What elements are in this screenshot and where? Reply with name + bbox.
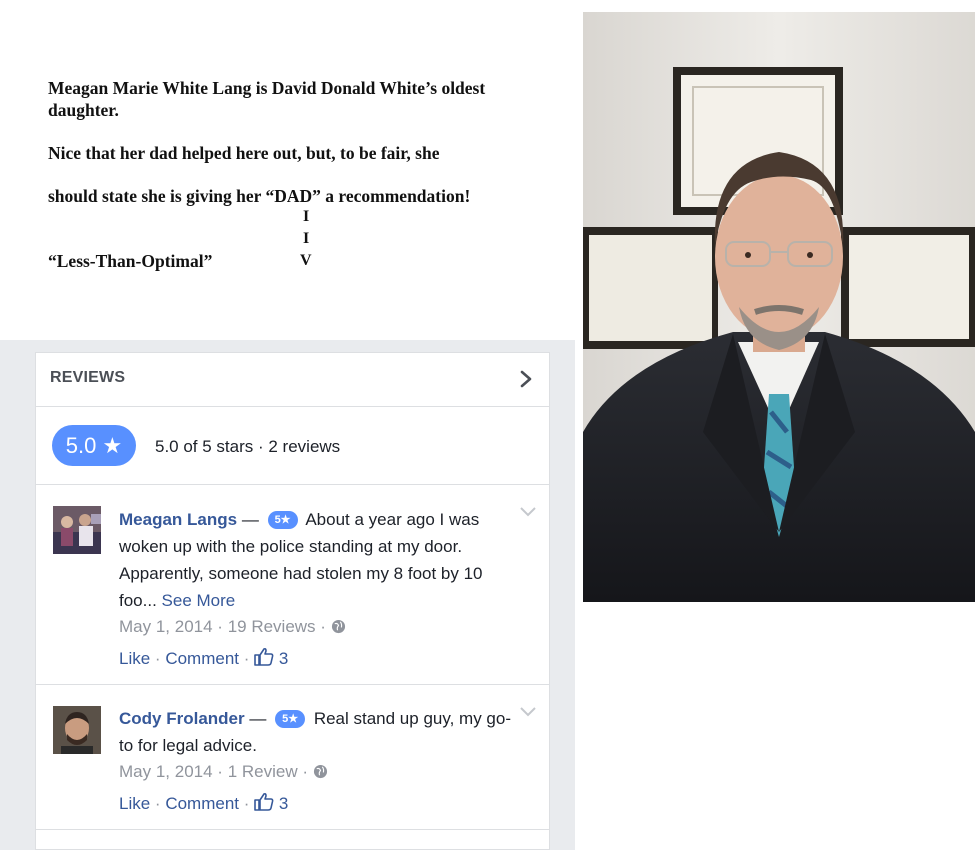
annotation-arrow-3: V [300, 252, 312, 269]
rating-summary-text: 5.0 of 5 stars · 2 reviews [155, 437, 341, 456]
globe-icon [331, 619, 345, 634]
review-count-link[interactable]: 1 Review [228, 762, 298, 781]
annotation-line-3: Nice that her dad helped here out, but, … [48, 143, 440, 163]
annotation-line-4: should state she is giving her “DAD” a r… [48, 186, 471, 206]
review-text-block: Cody Frolander — 5★ Real stand up guy, m… [119, 705, 519, 759]
name-dash: — [241, 510, 259, 529]
review-actions: Like · Comment · 3 [119, 792, 289, 813]
annotation-arrow-2: I [303, 230, 310, 247]
review-item: Cody Frolander — 5★ Real stand up guy, m… [35, 686, 550, 830]
rating-summary-row: 5.0 ★ 5.0 of 5 stars · 2 reviews [35, 408, 550, 485]
like-button[interactable]: Like [119, 649, 150, 668]
review-meta: May 1, 2014 · 1 Review · [119, 762, 328, 782]
annotation-line-2: daughter. [48, 100, 119, 120]
reviews-header[interactable]: REVIEWS [35, 352, 550, 407]
thumbs-up-icon [254, 647, 274, 666]
chevron-right-icon[interactable] [516, 369, 536, 389]
annotation-label: “Less-Than-Optimal” [48, 251, 213, 271]
comment-button[interactable]: Comment [165, 794, 239, 813]
like-button[interactable]: Like [119, 794, 150, 813]
like-count[interactable]: 3 [279, 649, 288, 668]
review-count-link[interactable]: 19 Reviews [228, 617, 316, 636]
review-date-link[interactable]: May 1, 2014 [119, 762, 213, 781]
review-actions: Like · Comment · 3 [119, 647, 289, 668]
star-rating-badge: 5★ [275, 710, 306, 728]
review-text-block: Meagan Langs — 5★ About a year ago I was… [119, 506, 519, 614]
reviewer-name-link[interactable]: Meagan Langs [119, 510, 237, 529]
thumbs-up-icon [254, 792, 274, 811]
rating-pill: 5.0 ★ [52, 425, 136, 466]
review-date-link[interactable]: May 1, 2014 [119, 617, 213, 636]
globe-icon [313, 764, 327, 779]
chevron-down-icon[interactable] [520, 507, 536, 517]
annotation-arrow-1: I [303, 208, 310, 225]
review-item: Meagan Langs — 5★ About a year ago I was… [35, 486, 550, 685]
annotation-line-1: Meagan Marie White Lang is David Donald … [48, 78, 486, 98]
avatar[interactable] [53, 706, 101, 754]
see-more-link[interactable]: See More [162, 591, 236, 610]
avatar[interactable] [53, 506, 101, 554]
reviews-title: REVIEWS [50, 369, 126, 386]
portrait-photo [583, 12, 975, 602]
review-meta: May 1, 2014 · 19 Reviews · [119, 617, 346, 637]
reviewer-name-link[interactable]: Cody Frolander [119, 709, 245, 728]
reviews-panel-edge [565, 340, 575, 666]
comment-button[interactable]: Comment [165, 649, 239, 668]
star-rating-badge: 5★ [267, 511, 298, 529]
name-dash: — [249, 709, 267, 728]
chevron-down-icon[interactable] [520, 707, 536, 717]
like-count[interactable]: 3 [279, 794, 288, 813]
